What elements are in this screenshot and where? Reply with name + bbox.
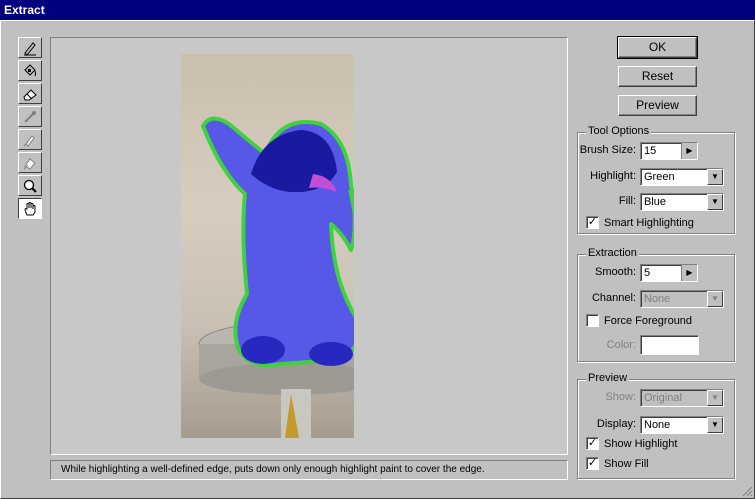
fill-tool[interactable] (18, 60, 42, 81)
show-fill-checkbox[interactable]: ✓ Show Fill (586, 457, 649, 470)
smooth-input[interactable]: 5 ▶ (640, 264, 698, 282)
edge-touchup-tool[interactable] (18, 152, 42, 173)
checkbox-checked-icon: ✓ (586, 216, 599, 229)
penguin-extraction-overlay (198, 116, 386, 438)
tool-options-title: Tool Options (586, 125, 652, 137)
show-highlight-checkbox[interactable]: ✓ Show Highlight (586, 437, 677, 450)
hand-tool[interactable] (18, 198, 42, 219)
hand-icon (24, 201, 36, 215)
cleanup-tool[interactable] (18, 129, 42, 150)
display-select[interactable]: None ▼ (640, 416, 724, 434)
chevron-down-icon: ▼ (707, 390, 723, 406)
preview-group: Preview Show: Original ▼ Display: None ▼… (577, 372, 735, 479)
penguin-photo (181, 54, 386, 438)
extraction-title: Extraction (586, 247, 639, 259)
fill-select[interactable]: Blue ▼ (640, 193, 724, 211)
chevron-down-icon: ▼ (707, 194, 723, 210)
smart-highlighting-checkbox[interactable]: ✓ Smart Highlighting (586, 216, 694, 229)
show-label: Show: (605, 391, 636, 403)
zoom-tool[interactable] (18, 175, 42, 196)
checkbox-checked-icon: ✓ (586, 437, 599, 450)
highlight-label: Highlight: (590, 170, 636, 182)
edge-touchup-icon (23, 157, 36, 170)
show-select[interactable]: Original ▼ (640, 389, 724, 407)
ok-button[interactable]: OK (617, 36, 698, 59)
paint-bucket-icon (24, 63, 36, 76)
channel-select[interactable]: None ▼ (640, 290, 724, 308)
smooth-label: Smooth: (595, 266, 636, 278)
image-preview-area[interactable] (50, 37, 568, 455)
eraser-tool[interactable] (18, 83, 42, 104)
brush-size-arrow-icon[interactable]: ▶ (681, 143, 697, 159)
status-hint: While highlighting a well-defined edge, … (50, 460, 568, 480)
fill-label: Fill: (618, 195, 636, 207)
edge-highlighter-tool[interactable] (18, 37, 42, 58)
tool-options-group: Tool Options Brush Size: 15 ▶ Highlight:… (577, 125, 735, 234)
highlight-select[interactable]: Green ▼ (640, 168, 724, 186)
reset-button[interactable]: Reset (618, 66, 697, 87)
window-title: Extract (0, 0, 755, 20)
force-foreground-checkbox[interactable]: Force Foreground (586, 314, 692, 327)
eyedropper-icon (24, 110, 36, 123)
checkbox-checked-icon: ✓ (586, 457, 599, 470)
edge-highlighter-icon (24, 41, 36, 56)
resize-grip-icon[interactable] (741, 485, 753, 497)
checkbox-unchecked-icon (586, 314, 599, 327)
chevron-down-icon: ▼ (707, 169, 723, 185)
channel-label: Channel: (591, 292, 636, 304)
chevron-down-icon: ▼ (707, 417, 723, 433)
chevron-down-icon: ▼ (707, 291, 723, 307)
color-swatch[interactable] (640, 335, 699, 355)
eraser-icon (23, 88, 37, 100)
cleanup-icon (23, 134, 35, 147)
preview-button[interactable]: Preview (618, 95, 697, 116)
color-label: Color: (606, 339, 636, 351)
extraction-group: Extraction Smooth: 5 ▶ Channel: None ▼ F… (577, 247, 735, 362)
brush-size-label: Brush Size: (579, 144, 636, 156)
brush-size-input[interactable]: 15 ▶ (640, 142, 698, 160)
preview-title: Preview (586, 372, 630, 384)
smooth-arrow-icon[interactable]: ▶ (681, 265, 697, 281)
magnifier-icon (23, 179, 37, 193)
display-label: Display: (596, 418, 636, 430)
eyedropper-tool[interactable] (18, 106, 42, 127)
